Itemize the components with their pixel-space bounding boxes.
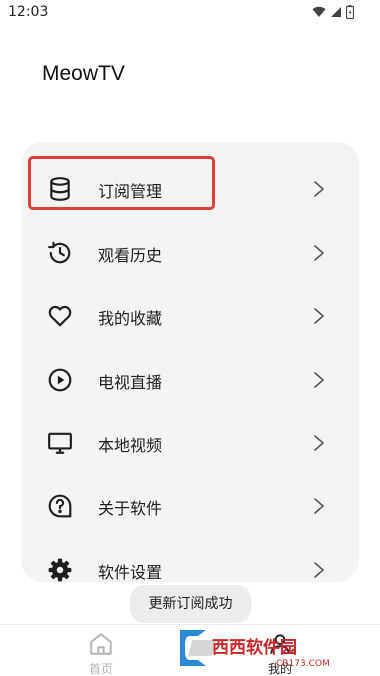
battery-icon — [346, 5, 354, 19]
menu-item-label: 观看历史 — [98, 246, 163, 265]
watermark-logo: 西西软件园 CR173.COM — [180, 630, 330, 669]
menu-item-label: 订阅管理 — [98, 182, 163, 201]
chevron-right-icon — [314, 308, 324, 324]
home-icon — [90, 633, 112, 655]
chevron-right-icon — [314, 562, 324, 578]
heart-icon — [48, 305, 72, 327]
menu-item-label: 本地视频 — [98, 436, 163, 455]
menu-item-settings[interactable]: 软件设置 — [21, 544, 359, 582]
status-time: 12:03 — [8, 4, 49, 20]
gear-icon — [48, 558, 72, 582]
help-circle-icon — [48, 494, 72, 518]
watermark-text: 西西软件园 — [212, 637, 297, 658]
menu-item-live-tv[interactable]: 电视直播 — [21, 354, 359, 406]
chevron-right-icon — [314, 435, 324, 451]
app-title: MeowTV — [42, 62, 125, 85]
history-icon — [48, 241, 71, 264]
wifi-icon — [312, 6, 326, 17]
menu-item-label: 电视直播 — [98, 373, 163, 392]
status-icons — [312, 5, 354, 19]
database-icon — [50, 177, 70, 201]
play-circle-icon — [48, 368, 72, 392]
chevron-right-icon — [314, 181, 324, 197]
chevron-right-icon — [314, 245, 324, 261]
watermark-site: CR173.COM — [276, 659, 330, 669]
status-bar: 12:03 — [0, 0, 380, 26]
menu-item-favorites[interactable]: 我的收藏 — [21, 290, 359, 342]
menu-item-label: 关于软件 — [98, 499, 163, 518]
chevron-right-icon — [314, 498, 324, 514]
nav-item-home[interactable]: 首页 — [71, 629, 131, 676]
menu-item-label: 我的收藏 — [98, 309, 163, 328]
chevron-right-icon — [314, 372, 324, 388]
menu-item-watch-history[interactable]: 观看历史 — [21, 227, 359, 279]
menu-item-subscription-management[interactable]: 订阅管理 — [21, 163, 359, 215]
menu-card: 订阅管理 观看历史 我的收藏 电视直播 本地视频 关于软件 软件设置 — [21, 142, 359, 582]
toast-message: 更新订阅成功 — [130, 585, 251, 623]
menu-item-local-video[interactable]: 本地视频 — [21, 417, 359, 469]
monitor-icon — [48, 432, 72, 454]
signal-icon — [331, 7, 341, 17]
menu-item-label: 软件设置 — [98, 563, 163, 582]
menu-item-about[interactable]: 关于软件 — [21, 480, 359, 532]
nav-label-home: 首页 — [88, 662, 113, 676]
